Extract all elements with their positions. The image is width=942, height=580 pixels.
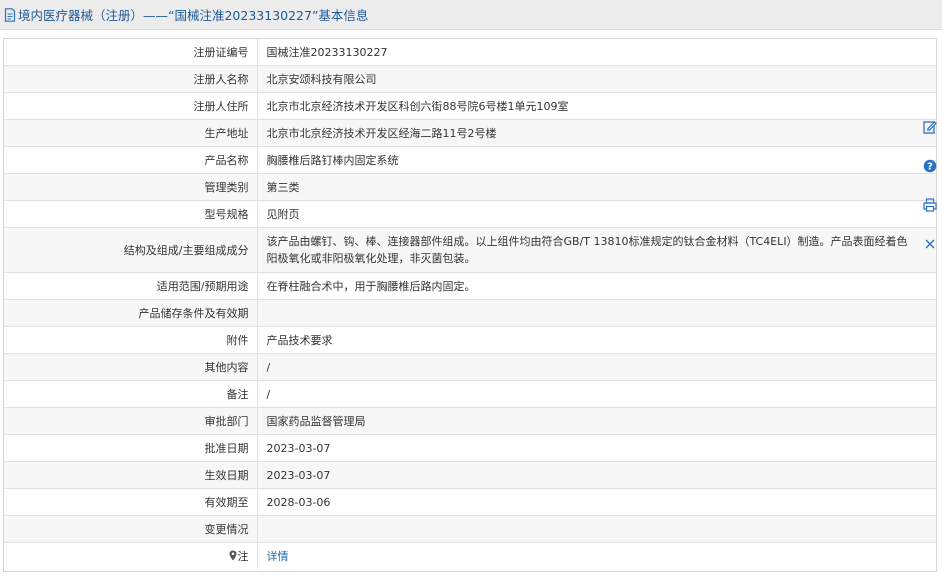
row-label: 生效日期 (4, 461, 258, 489)
table-row: 附件 产品技术要求 (4, 326, 936, 354)
row-label: 附件 (4, 326, 258, 354)
side-toolbar: ? (918, 117, 942, 273)
row-label: 其他内容 (4, 353, 258, 381)
table-row: 生效日期 2023-03-07 (4, 461, 936, 489)
row-value: 北京市北京经济技术开发区经海二路11号2号楼 (257, 119, 936, 147)
row-value: 2023-03-07 (257, 461, 936, 489)
table-row: 备注 / (4, 380, 936, 408)
row-value: 北京安颂科技有限公司 (257, 65, 936, 93)
row-label: 注册人名称 (4, 65, 258, 93)
table-row: 产品名称 胸腰椎后路钉棒内固定系统 (4, 146, 936, 174)
table-row: 其他内容 / (4, 353, 936, 381)
svg-text:?: ? (927, 162, 933, 173)
row-value: 详情 (257, 543, 936, 570)
table-row: 生产地址 北京市北京经济技术开发区经海二路11号2号楼 (4, 119, 936, 147)
row-value: 第三类 (257, 173, 936, 201)
row-value: 在脊柱融合术中，用于胸腰椎后路内固定。 (257, 272, 936, 300)
row-value: 北京市北京经济技术开发区科创六街88号院6号楼1单元109室 (257, 92, 936, 120)
table-row: 审批部门 国家药品监督管理局 (4, 407, 936, 435)
table-row: 批准日期 2023-03-07 (4, 434, 936, 462)
table-row: 产品储存条件及有效期 (4, 299, 936, 327)
row-label: 结构及组成/主要组成成分 (4, 227, 258, 273)
row-value: 该产品由螺钉、钩、棒、连接器部件组成。以上组件均由符合GB/T 13810标准规… (257, 227, 936, 273)
help-icon[interactable]: ? (920, 156, 940, 176)
row-label: 审批部门 (4, 407, 258, 435)
table-row: 变更情况 (4, 515, 936, 543)
row-label: 产品储存条件及有效期 (4, 299, 258, 327)
table-row: 注册证编号 国械注准20233130227 (4, 39, 936, 66)
row-value: 产品技术要求 (257, 326, 936, 354)
table-row: 型号规格 见附页 (4, 200, 936, 228)
row-label: 产品名称 (4, 146, 258, 174)
close-icon[interactable] (920, 234, 940, 254)
row-value: / (257, 380, 936, 408)
details-link[interactable]: 详情 (267, 550, 289, 563)
print-icon[interactable] (920, 195, 940, 215)
row-label: 型号规格 (4, 200, 258, 228)
page-title-bar: 境内医疗器械（注册）——“国械注准20233130227”基本信息 (0, 0, 942, 30)
document-icon (4, 7, 16, 22)
note-label-cell: 注 (4, 542, 258, 569)
row-value: / (257, 353, 936, 381)
table-row: 注册人名称 北京安颂科技有限公司 (4, 65, 936, 93)
row-value (257, 299, 936, 327)
page-title: 境内医疗器械（注册）——“国械注准20233130227”基本信息 (18, 8, 369, 23)
row-value: 见附页 (257, 200, 936, 228)
edit-icon[interactable] (920, 117, 940, 137)
row-value: 2028-03-06 (257, 488, 936, 516)
row-label: 变更情况 (4, 515, 258, 543)
row-value: 国家药品监督管理局 (257, 407, 936, 435)
row-value: 国械注准20233130227 (257, 39, 936, 66)
table-row: 注册人住所 北京市北京经济技术开发区科创六街88号院6号楼1单元109室 (4, 92, 936, 120)
table-row: 适用范围/预期用途 在脊柱融合术中，用于胸腰椎后路内固定。 (4, 272, 936, 300)
row-value: 2023-03-07 (257, 434, 936, 462)
row-label: 注册证编号 (4, 39, 258, 66)
row-label: 注 (237, 550, 249, 563)
row-label: 管理类别 (4, 173, 258, 201)
table-row: 有效期至 2028-03-06 (4, 488, 936, 516)
row-value: 胸腰椎后路钉棒内固定系统 (257, 146, 936, 174)
row-value (257, 515, 936, 543)
row-label: 生产地址 (4, 119, 258, 147)
row-label: 批准日期 (4, 434, 258, 462)
table-row: 注 详情 (4, 542, 936, 570)
row-label: 适用范围/预期用途 (4, 272, 258, 300)
table-row: 结构及组成/主要组成成分 该产品由螺钉、钩、棒、连接器部件组成。以上组件均由符合… (4, 227, 936, 273)
info-table: 注册证编号 国械注准20233130227 注册人名称 北京安颂科技有限公司 注… (4, 39, 936, 569)
row-label: 注册人住所 (4, 92, 258, 120)
row-label: 备注 (4, 380, 258, 408)
pin-icon (229, 550, 237, 564)
table-row: 管理类别 第三类 (4, 173, 936, 201)
info-table-container: 注册证编号 国械注准20233130227 注册人名称 北京安颂科技有限公司 注… (3, 38, 937, 572)
row-label: 有效期至 (4, 488, 258, 516)
